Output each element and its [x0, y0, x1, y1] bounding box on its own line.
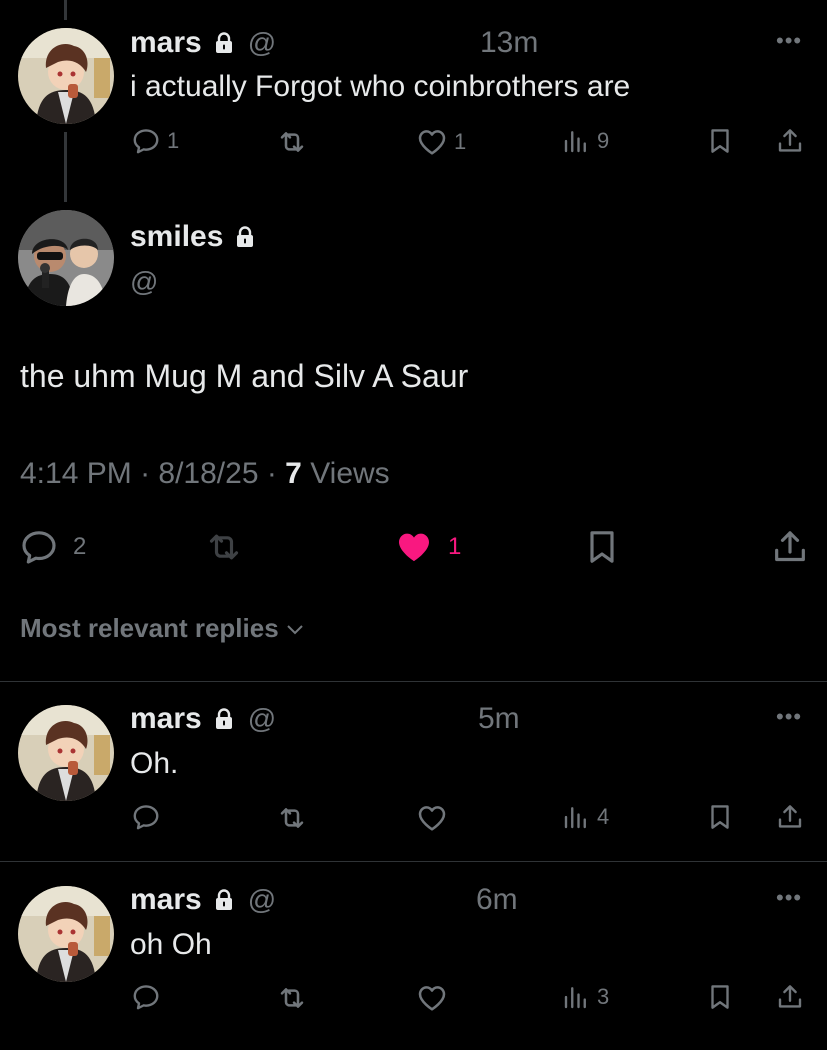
like-button[interactable] [416, 802, 448, 834]
reply-sort-dropdown[interactable]: Most relevant replies [20, 613, 307, 644]
timestamp[interactable]: 6m [476, 883, 518, 917]
more-icon[interactable]: ••• [776, 28, 802, 54]
views-count: 9 [597, 128, 610, 153]
bookmark-button[interactable] [705, 982, 735, 1012]
reply-button[interactable] [131, 982, 161, 1012]
lock-icon [212, 31, 236, 55]
tweet-meta: 4:14 PM · 8/18/25 · 7 Views [20, 457, 390, 491]
tweet-text: i actually Forgot who coinbrothers are [130, 70, 631, 103]
tweet-actions: 1 1 9 [0, 126, 827, 160]
share-button[interactable] [775, 982, 805, 1012]
like-icon [394, 527, 434, 567]
avatar[interactable] [18, 210, 114, 306]
reply-button[interactable] [131, 802, 161, 832]
share-icon [775, 982, 805, 1012]
reply-icon [19, 527, 59, 567]
bookmark-button[interactable] [705, 126, 735, 156]
handle[interactable]: @ [248, 703, 276, 735]
tweet-time[interactable]: 4:14 PM [20, 457, 132, 490]
share-icon [775, 802, 805, 832]
tweet-actions: 3 [0, 982, 827, 1016]
views-button[interactable]: 3 [561, 982, 609, 1012]
divider [0, 861, 827, 862]
bookmark-button[interactable] [582, 527, 622, 567]
separator: · [140, 457, 159, 490]
like-count: 1 [454, 129, 467, 154]
views-icon [561, 982, 591, 1012]
handle[interactable]: @ [248, 27, 276, 59]
views-icon [561, 802, 591, 832]
like-button[interactable] [416, 982, 448, 1014]
bookmark-icon [705, 802, 735, 832]
like-icon [416, 802, 448, 834]
bookmark-button[interactable] [705, 802, 735, 832]
share-icon [770, 527, 810, 567]
tweet-date[interactable]: 8/18/25 [158, 457, 258, 490]
timestamp[interactable]: 13m [480, 26, 538, 60]
like-count: 1 [448, 533, 462, 560]
views-icon [561, 126, 591, 156]
avatar[interactable] [18, 28, 114, 124]
separator: · [266, 457, 286, 490]
share-button[interactable] [770, 527, 810, 567]
share-button[interactable] [775, 126, 805, 156]
timestamp[interactable]: 5m [478, 702, 520, 736]
bookmark-icon [705, 126, 735, 156]
reply-count: 2 [73, 533, 87, 560]
reply-icon [131, 982, 161, 1012]
retweet-button[interactable] [276, 126, 308, 158]
more-icon[interactable]: ••• [776, 704, 802, 730]
share-button[interactable] [775, 802, 805, 832]
reply-icon [131, 126, 161, 156]
tweet-text: the uhm Mug M and Silv A Saur [20, 358, 469, 394]
avatar[interactable] [18, 886, 114, 982]
handle[interactable]: @ [130, 266, 158, 298]
display-name[interactable]: mars [130, 883, 202, 917]
retweet-button[interactable] [276, 802, 308, 834]
lock-icon [233, 225, 257, 249]
display-name[interactable]: mars [130, 26, 202, 60]
display-name[interactable]: smiles [130, 220, 223, 254]
reply-button[interactable]: 2 [19, 527, 86, 567]
avatar[interactable] [18, 705, 114, 801]
like-icon [416, 982, 448, 1014]
bookmark-icon [582, 527, 622, 567]
retweet-icon [204, 527, 244, 567]
retweet-icon [276, 126, 308, 158]
retweet-button[interactable] [276, 982, 308, 1014]
reply-count: 1 [167, 128, 180, 153]
like-button[interactable]: 1 [416, 126, 466, 158]
thread-line-top [64, 0, 67, 20]
tweet-actions: 2 1 [0, 527, 827, 561]
retweet-icon [276, 982, 308, 1014]
reply-button[interactable]: 1 [131, 126, 179, 156]
bookmark-icon [705, 982, 735, 1012]
divider [0, 681, 827, 682]
retweet-button[interactable] [204, 527, 244, 567]
views-count: 3 [597, 984, 610, 1009]
lock-icon [212, 707, 236, 731]
share-icon [775, 126, 805, 156]
handle[interactable]: @ [248, 884, 276, 916]
reply-icon [131, 802, 161, 832]
like-icon [416, 126, 448, 158]
views-count: 7 [285, 457, 302, 490]
retweet-icon [276, 802, 308, 834]
display-name[interactable]: mars [130, 702, 202, 736]
chevron-down-icon [286, 624, 303, 634]
views-button[interactable]: 9 [561, 126, 609, 156]
tweet-actions: 4 [0, 802, 827, 836]
reply-sort-label: Most relevant replies [20, 613, 279, 643]
more-icon[interactable]: ••• [776, 885, 802, 911]
views-count: 4 [597, 804, 610, 829]
tweet-text: oh Oh [130, 928, 212, 961]
lock-icon [212, 888, 236, 912]
tweet-text: Oh. [130, 747, 179, 780]
views-label: Views [310, 457, 390, 490]
like-button[interactable]: 1 [394, 527, 461, 567]
views-button[interactable]: 4 [561, 802, 609, 832]
